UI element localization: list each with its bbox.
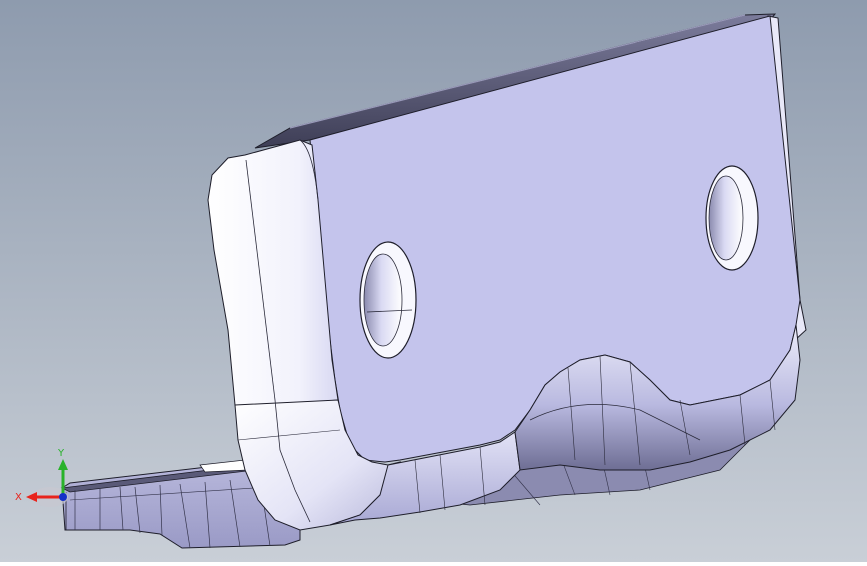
y-axis-label: Y xyxy=(57,448,65,459)
graphics-viewport[interactable]: Y X xyxy=(0,0,867,562)
x-axis-label: X xyxy=(15,492,22,503)
mounting-hole-left[interactable] xyxy=(359,241,417,359)
mounting-hole-right[interactable] xyxy=(705,165,759,271)
model-view[interactable]: Y X xyxy=(0,0,867,562)
z-axis-dot-icon xyxy=(59,493,67,501)
